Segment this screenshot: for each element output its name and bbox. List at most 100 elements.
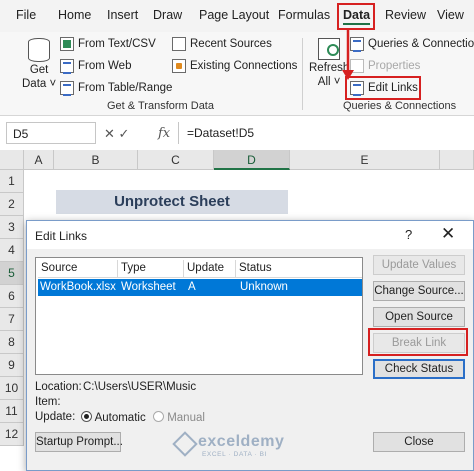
tab-draw[interactable]: Draw: [153, 8, 182, 22]
edit-links-highlight: [345, 76, 421, 100]
recent-sources-icon: [172, 37, 186, 51]
existing-connections-label: Existing Connections: [190, 60, 298, 72]
row-header-8[interactable]: 8: [0, 331, 24, 354]
refresh-icon: [318, 38, 341, 60]
from-text-csv-label: From Text/CSV: [78, 38, 156, 50]
startup-prompt-button[interactable]: Startup Prompt...: [35, 432, 123, 452]
tab-page-layout[interactable]: Page Layout: [199, 8, 269, 22]
properties-button[interactable]: Properties: [350, 59, 420, 73]
get-data-dropdown-label: Data ˅: [22, 78, 57, 90]
properties-label: Properties: [368, 60, 421, 72]
column-header-c[interactable]: C: [138, 150, 214, 170]
row-header-4[interactable]: 4: [0, 239, 24, 262]
row-header-10[interactable]: 10: [0, 377, 24, 400]
link-source: WorkBook.xlsx: [40, 281, 116, 293]
list-header-status[interactable]: Status: [236, 260, 362, 278]
sheet-title-cell[interactable]: Unprotect Sheet: [56, 190, 288, 214]
item-label: Item:: [35, 396, 61, 408]
exceldemy-watermark: exceldemy EXCEL · DATA · BI: [172, 431, 306, 461]
text-csv-icon: [60, 37, 74, 51]
from-table-range-label: From Table/Range: [78, 82, 173, 94]
manual-radio-dot: [153, 411, 164, 422]
existing-connections-icon: [172, 59, 186, 73]
refresh-dropdown-label: All ˅: [317, 76, 341, 88]
from-web-button[interactable]: From Web: [60, 59, 132, 74]
check-status-button[interactable]: Check Status: [373, 359, 465, 379]
column-header-b[interactable]: B: [54, 150, 138, 170]
recent-sources-label: Recent Sources: [190, 38, 272, 50]
location-label: Location:: [35, 381, 82, 393]
name-box[interactable]: D5: [6, 122, 96, 144]
ribbon: Get Data ˅ From Text/CSV From Web From T…: [0, 32, 474, 116]
location-value: C:\Users\USER\Music: [83, 381, 197, 393]
data-tab-highlight: [337, 3, 375, 30]
recent-sources-button[interactable]: Recent Sources: [172, 37, 272, 51]
get-transform-group-label: Get & Transform Data: [107, 100, 214, 112]
ribbon-divider: [302, 38, 303, 110]
row-header-11[interactable]: 11: [0, 400, 24, 423]
column-header-a[interactable]: A: [24, 150, 54, 170]
close-button[interactable]: Close: [373, 432, 465, 452]
open-source-button[interactable]: Open Source: [373, 307, 465, 327]
row-header-5[interactable]: 5: [0, 262, 24, 285]
dialog-title-bar: Edit Links ? ✕: [27, 221, 473, 249]
row-header-6[interactable]: 6: [0, 285, 24, 308]
row-header-9[interactable]: 9: [0, 354, 24, 377]
select-all-corner[interactable]: [0, 150, 24, 170]
tab-file[interactable]: File: [16, 8, 36, 22]
queries-connections-label: Queries & Connections: [368, 38, 474, 50]
exceldemy-logo-icon: [172, 431, 198, 457]
formula-input[interactable]: =Dataset!D5: [178, 122, 474, 144]
formula-bar: D5 ✕ ✓ fx =Dataset!D5: [0, 122, 474, 146]
queries-connections-group-label: Queries & Connections: [343, 100, 457, 112]
manual-radio[interactable]: Manual: [153, 411, 205, 424]
cancel-enter-icons[interactable]: ✕ ✓: [104, 126, 129, 142]
row-header-2[interactable]: 2: [0, 193, 24, 216]
change-source-button[interactable]: Change Source...: [373, 281, 465, 301]
automatic-label: Automatic: [94, 412, 146, 424]
watermark-brand: exceldemy: [198, 433, 285, 450]
link-update: A: [188, 281, 196, 293]
row-header-3[interactable]: 3: [0, 216, 24, 239]
close-icon[interactable]: ✕: [441, 224, 455, 244]
row-header-7[interactable]: 7: [0, 308, 24, 331]
list-header-update[interactable]: Update: [184, 260, 236, 278]
tab-insert[interactable]: Insert: [107, 8, 138, 22]
tab-home[interactable]: Home: [58, 8, 91, 22]
tab-review[interactable]: Review: [385, 8, 426, 22]
column-header-f[interactable]: [440, 150, 474, 170]
list-item[interactable]: WorkBook.xlsx Worksheet A Unknown: [38, 279, 362, 296]
ribbon-tab-bar: File Home Insert Draw Page Layout Formul…: [0, 0, 474, 32]
list-header-source[interactable]: Source: [38, 260, 118, 278]
automatic-radio-dot: [81, 411, 92, 422]
tab-formulas[interactable]: Formulas: [278, 8, 330, 22]
watermark-tagline: EXCEL · DATA · BI: [202, 451, 267, 458]
manual-label: Manual: [167, 412, 205, 424]
get-data-label: Get: [29, 64, 49, 76]
dialog-title: Edit Links: [35, 229, 88, 243]
tab-view[interactable]: View: [437, 8, 464, 22]
update-label: Update:: [35, 411, 76, 423]
queries-connections-button[interactable]: Queries & Connections: [350, 37, 474, 52]
column-header-e[interactable]: E: [290, 150, 440, 170]
automatic-radio[interactable]: Automatic: [81, 411, 146, 424]
existing-connections-button[interactable]: Existing Connections: [172, 59, 297, 73]
from-table-range-button[interactable]: From Table/Range: [60, 81, 173, 96]
break-link-highlight: [368, 328, 468, 356]
database-icon: [28, 38, 51, 62]
arrow-pointer-icon: [342, 30, 354, 80]
update-values-button[interactable]: Update Values: [373, 255, 465, 275]
column-header-d[interactable]: D: [214, 150, 290, 170]
web-icon: [60, 59, 74, 74]
list-header-type[interactable]: Type: [118, 260, 184, 278]
row-header-12[interactable]: 12: [0, 423, 24, 446]
get-data-button[interactable]: Get Data ˅: [22, 38, 56, 90]
insert-function-icon[interactable]: fx: [158, 126, 170, 141]
from-web-label: From Web: [78, 60, 132, 72]
from-text-csv-button[interactable]: From Text/CSV: [60, 37, 156, 51]
link-type: Worksheet: [121, 281, 176, 293]
link-status: Unknown: [240, 281, 288, 293]
links-list[interactable]: Source Type Update Status WorkBook.xlsx …: [35, 257, 363, 375]
help-icon[interactable]: ?: [405, 227, 412, 242]
row-header-1[interactable]: 1: [0, 170, 24, 193]
